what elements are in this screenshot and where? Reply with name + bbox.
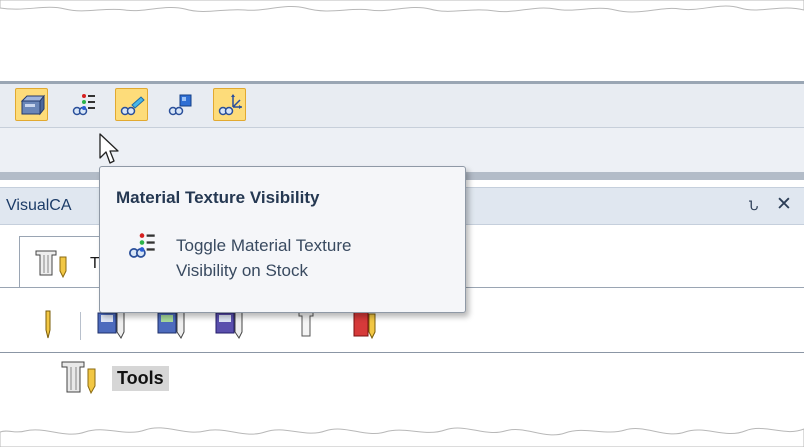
divider	[0, 352, 804, 353]
close-icon[interactable]: ✕	[776, 193, 792, 216]
save-tool-green-icon[interactable]	[157, 310, 189, 340]
tree-item-label: Tools	[112, 366, 169, 391]
tooltip-description: Toggle Material Texture Visibility on St…	[176, 233, 351, 283]
tab-tools[interactable]: T	[19, 236, 109, 288]
panel-title: VisualCA	[6, 197, 72, 214]
material-texture-visibility-icon	[72, 93, 95, 115]
material-texture-visibility-button[interactable]	[67, 88, 100, 121]
tool-holder-icon	[35, 250, 67, 279]
mouse-cursor-icon	[99, 133, 119, 164]
toolbar-separator	[80, 312, 81, 340]
save-tool-icon[interactable]	[97, 310, 129, 340]
save-tool-purple-icon[interactable]	[215, 310, 247, 340]
fixture-visibility-button[interactable]	[163, 88, 196, 121]
toolpath-visibility-button[interactable]	[115, 88, 148, 121]
axis-visibility-button[interactable]	[213, 88, 246, 121]
tooltip-description-line: Toggle Material Texture	[176, 236, 352, 255]
tooltip: Material Texture Visibility Toggle Mater…	[99, 166, 466, 313]
stock-visibility-button[interactable]	[15, 88, 48, 121]
tools-folder-icon	[61, 361, 96, 395]
pin-icon[interactable]: Ն	[749, 198, 758, 214]
axis-visibility-icon	[218, 93, 242, 115]
torn-edge-bottom	[0, 427, 804, 447]
tooltip-description-line: Visibility on Stock	[176, 261, 308, 280]
toolpath-visibility-icon	[120, 95, 145, 115]
stock-box-icon	[20, 94, 45, 115]
torn-edge-top	[0, 0, 804, 13]
red-tool-icon[interactable]	[350, 310, 380, 340]
tooltip-title: Material Texture Visibility	[116, 188, 320, 207]
material-texture-visibility-icon	[129, 233, 155, 258]
tool-holder-icon[interactable]	[295, 310, 317, 340]
upper-window-area	[0, 20, 804, 82]
fixture-visibility-icon	[168, 94, 191, 115]
tool-icon[interactable]	[40, 310, 56, 340]
